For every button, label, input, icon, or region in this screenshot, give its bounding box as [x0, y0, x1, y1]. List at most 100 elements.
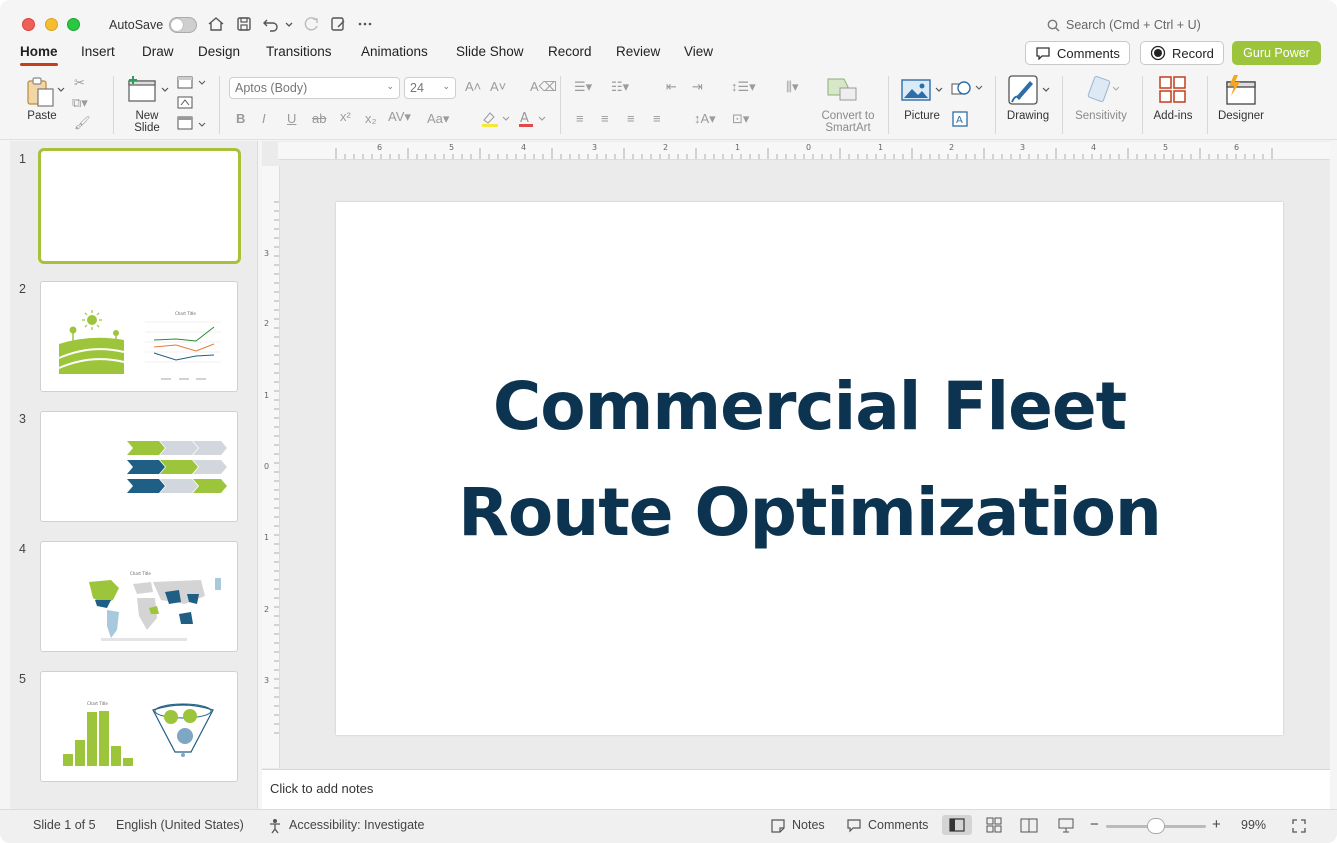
copy-icon[interactable]: ⧉▾ — [72, 96, 88, 110]
minimize-window-button[interactable] — [45, 18, 58, 31]
maximize-window-button[interactable] — [67, 18, 80, 31]
change-case-icon[interactable]: Aa▾ — [427, 112, 449, 126]
guru-power-button[interactable]: Guru Power — [1232, 41, 1321, 65]
zoom-level[interactable]: 99% — [1241, 818, 1266, 832]
fit-to-window-icon[interactable] — [1291, 818, 1307, 834]
comments-toggle-label[interactable]: Comments — [868, 818, 928, 832]
numbering-icon[interactable]: ☷▾ — [611, 80, 629, 94]
tab-insert[interactable]: Insert — [81, 44, 115, 59]
subscript-icon[interactable]: x₂ — [365, 112, 377, 126]
tab-home[interactable]: Home — [20, 44, 58, 66]
save-icon[interactable] — [235, 15, 253, 33]
home-icon[interactable] — [207, 15, 225, 33]
convert-smartart-label-line1: Convert to — [821, 110, 875, 122]
current-slide[interactable]: Commercial Fleet Route Optimization — [336, 202, 1283, 735]
autosave-toggle[interactable] — [169, 17, 197, 33]
tab-review[interactable]: Review — [616, 44, 660, 59]
format-painter-icon[interactable]: 🖌 — [74, 116, 91, 130]
decrease-font-size-icon[interactable]: A˅ — [490, 80, 506, 94]
paste-icon[interactable] — [24, 76, 56, 108]
add-ins-icon[interactable] — [1158, 75, 1188, 105]
undo-icon[interactable] — [262, 15, 280, 33]
columns-icon[interactable]: ⫼▾ — [786, 80, 799, 94]
slide-thumbnail-pane[interactable]: 1 2 Chart Title 3 4 Chart Title 5 Chart … — [10, 141, 258, 809]
highlight-color-icon[interactable] — [480, 110, 512, 128]
undo-dropdown-icon[interactable] — [283, 15, 295, 33]
sensitivity-icon[interactable] — [1085, 75, 1119, 105]
align-text-icon[interactable]: ⊡▾ — [732, 112, 749, 126]
more-options-icon[interactable] — [356, 15, 374, 33]
drawing-icon[interactable] — [1008, 75, 1042, 107]
cut-icon[interactable]: ✂ — [74, 76, 85, 90]
comment-icon[interactable] — [846, 818, 862, 834]
align-right-icon[interactable]: ≡ — [627, 112, 635, 126]
tab-animations[interactable]: Animations — [361, 44, 428, 59]
slide-thumbnail-4[interactable]: Chart Title — [40, 541, 238, 652]
slide-thumbnail-2[interactable]: Chart Title — [40, 281, 238, 392]
new-slide-icon[interactable] — [126, 75, 158, 105]
reading-view-button[interactable] — [1014, 815, 1044, 835]
notes-toggle-label[interactable]: Notes — [792, 818, 825, 832]
slide-sorter-button[interactable] — [979, 815, 1009, 835]
title-bar: AutoSave Search (Cmd + Ctrl + U) — [0, 0, 1337, 42]
record-button[interactable]: Record — [1140, 41, 1224, 65]
tab-record[interactable]: Record — [548, 44, 592, 59]
decrease-indent-icon[interactable]: ⇤ — [666, 80, 677, 94]
designer-icon[interactable] — [1224, 74, 1258, 106]
tab-design[interactable]: Design — [198, 44, 240, 59]
language-indicator[interactable]: English (United States) — [116, 818, 244, 832]
zoom-in-button[interactable]: + — [1212, 816, 1221, 833]
redo-icon[interactable] — [302, 15, 320, 33]
slide-thumbnail-5[interactable]: Chart Title — [40, 671, 238, 782]
tab-transitions[interactable]: Transitions — [266, 44, 332, 59]
save-as-icon[interactable] — [329, 15, 347, 33]
notes-icon[interactable] — [770, 818, 786, 834]
notes-pane[interactable]: Click to add notes — [262, 769, 1330, 809]
slide-show-button[interactable] — [1051, 815, 1081, 835]
font-size-select[interactable]: 24 ⌄ — [404, 77, 456, 99]
slide-layout-icons[interactable] — [177, 75, 207, 135]
increase-font-size-icon[interactable]: A˄ — [465, 80, 481, 94]
font-name-select[interactable]: Aptos (Body) ⌄ — [229, 77, 400, 99]
character-spacing-icon[interactable]: AV▾ — [388, 110, 411, 124]
picture-dropdown-icon[interactable] — [935, 86, 943, 94]
search-box[interactable]: Search (Cmd + Ctrl + U) — [1047, 18, 1201, 32]
underline-icon[interactable]: U — [287, 112, 296, 126]
picture-icon[interactable] — [901, 78, 931, 102]
bold-icon[interactable]: B — [236, 112, 245, 126]
slide-title-line-1[interactable]: Commercial Fleet — [336, 368, 1283, 445]
bullets-icon[interactable]: ☰▾ — [574, 80, 592, 94]
drawing-dropdown-icon[interactable] — [1042, 86, 1050, 94]
text-box-icon[interactable]: A — [951, 110, 969, 128]
close-window-button[interactable] — [22, 18, 35, 31]
comments-button[interactable]: Comments — [1025, 41, 1130, 65]
slide-thumbnail-3[interactable] — [40, 411, 238, 522]
clear-formatting-icon[interactable]: A⌫ — [530, 80, 557, 94]
align-center-icon[interactable]: ≡ — [601, 112, 609, 126]
paste-dropdown-icon[interactable] — [57, 86, 65, 94]
normal-view-button[interactable] — [942, 815, 972, 835]
justify-icon[interactable]: ≡ — [653, 112, 661, 126]
strikethrough-icon[interactable]: ab — [312, 112, 326, 126]
svg-text:2: 2 — [264, 319, 269, 328]
new-slide-dropdown-icon[interactable] — [161, 86, 169, 94]
increase-indent-icon[interactable]: ⇥ — [692, 80, 703, 94]
align-left-icon[interactable]: ≡ — [576, 112, 584, 126]
accessibility-status[interactable]: Accessibility: Investigate — [289, 818, 424, 832]
zoom-slider-handle[interactable] — [1147, 818, 1165, 834]
text-direction-icon[interactable]: ↕A▾ — [694, 112, 716, 126]
accessibility-icon[interactable] — [267, 818, 283, 834]
tab-slide-show[interactable]: Slide Show — [456, 44, 524, 59]
line-spacing-icon[interactable]: ↕☰▾ — [731, 80, 756, 94]
slide-title-line-2[interactable]: Route Optimization — [336, 474, 1283, 551]
superscript-icon[interactable]: x² — [340, 110, 351, 124]
shapes-icon[interactable] — [951, 79, 985, 97]
tab-draw[interactable]: Draw — [142, 44, 174, 59]
italic-icon[interactable]: I — [262, 112, 266, 126]
slide-thumbnail-1[interactable] — [38, 148, 241, 264]
smartart-icon[interactable] — [826, 76, 858, 102]
svg-text:3: 3 — [1020, 143, 1025, 152]
zoom-out-button[interactable]: − — [1090, 816, 1099, 833]
font-color-icon[interactable]: A — [517, 110, 549, 128]
tab-view[interactable]: View — [684, 44, 713, 59]
